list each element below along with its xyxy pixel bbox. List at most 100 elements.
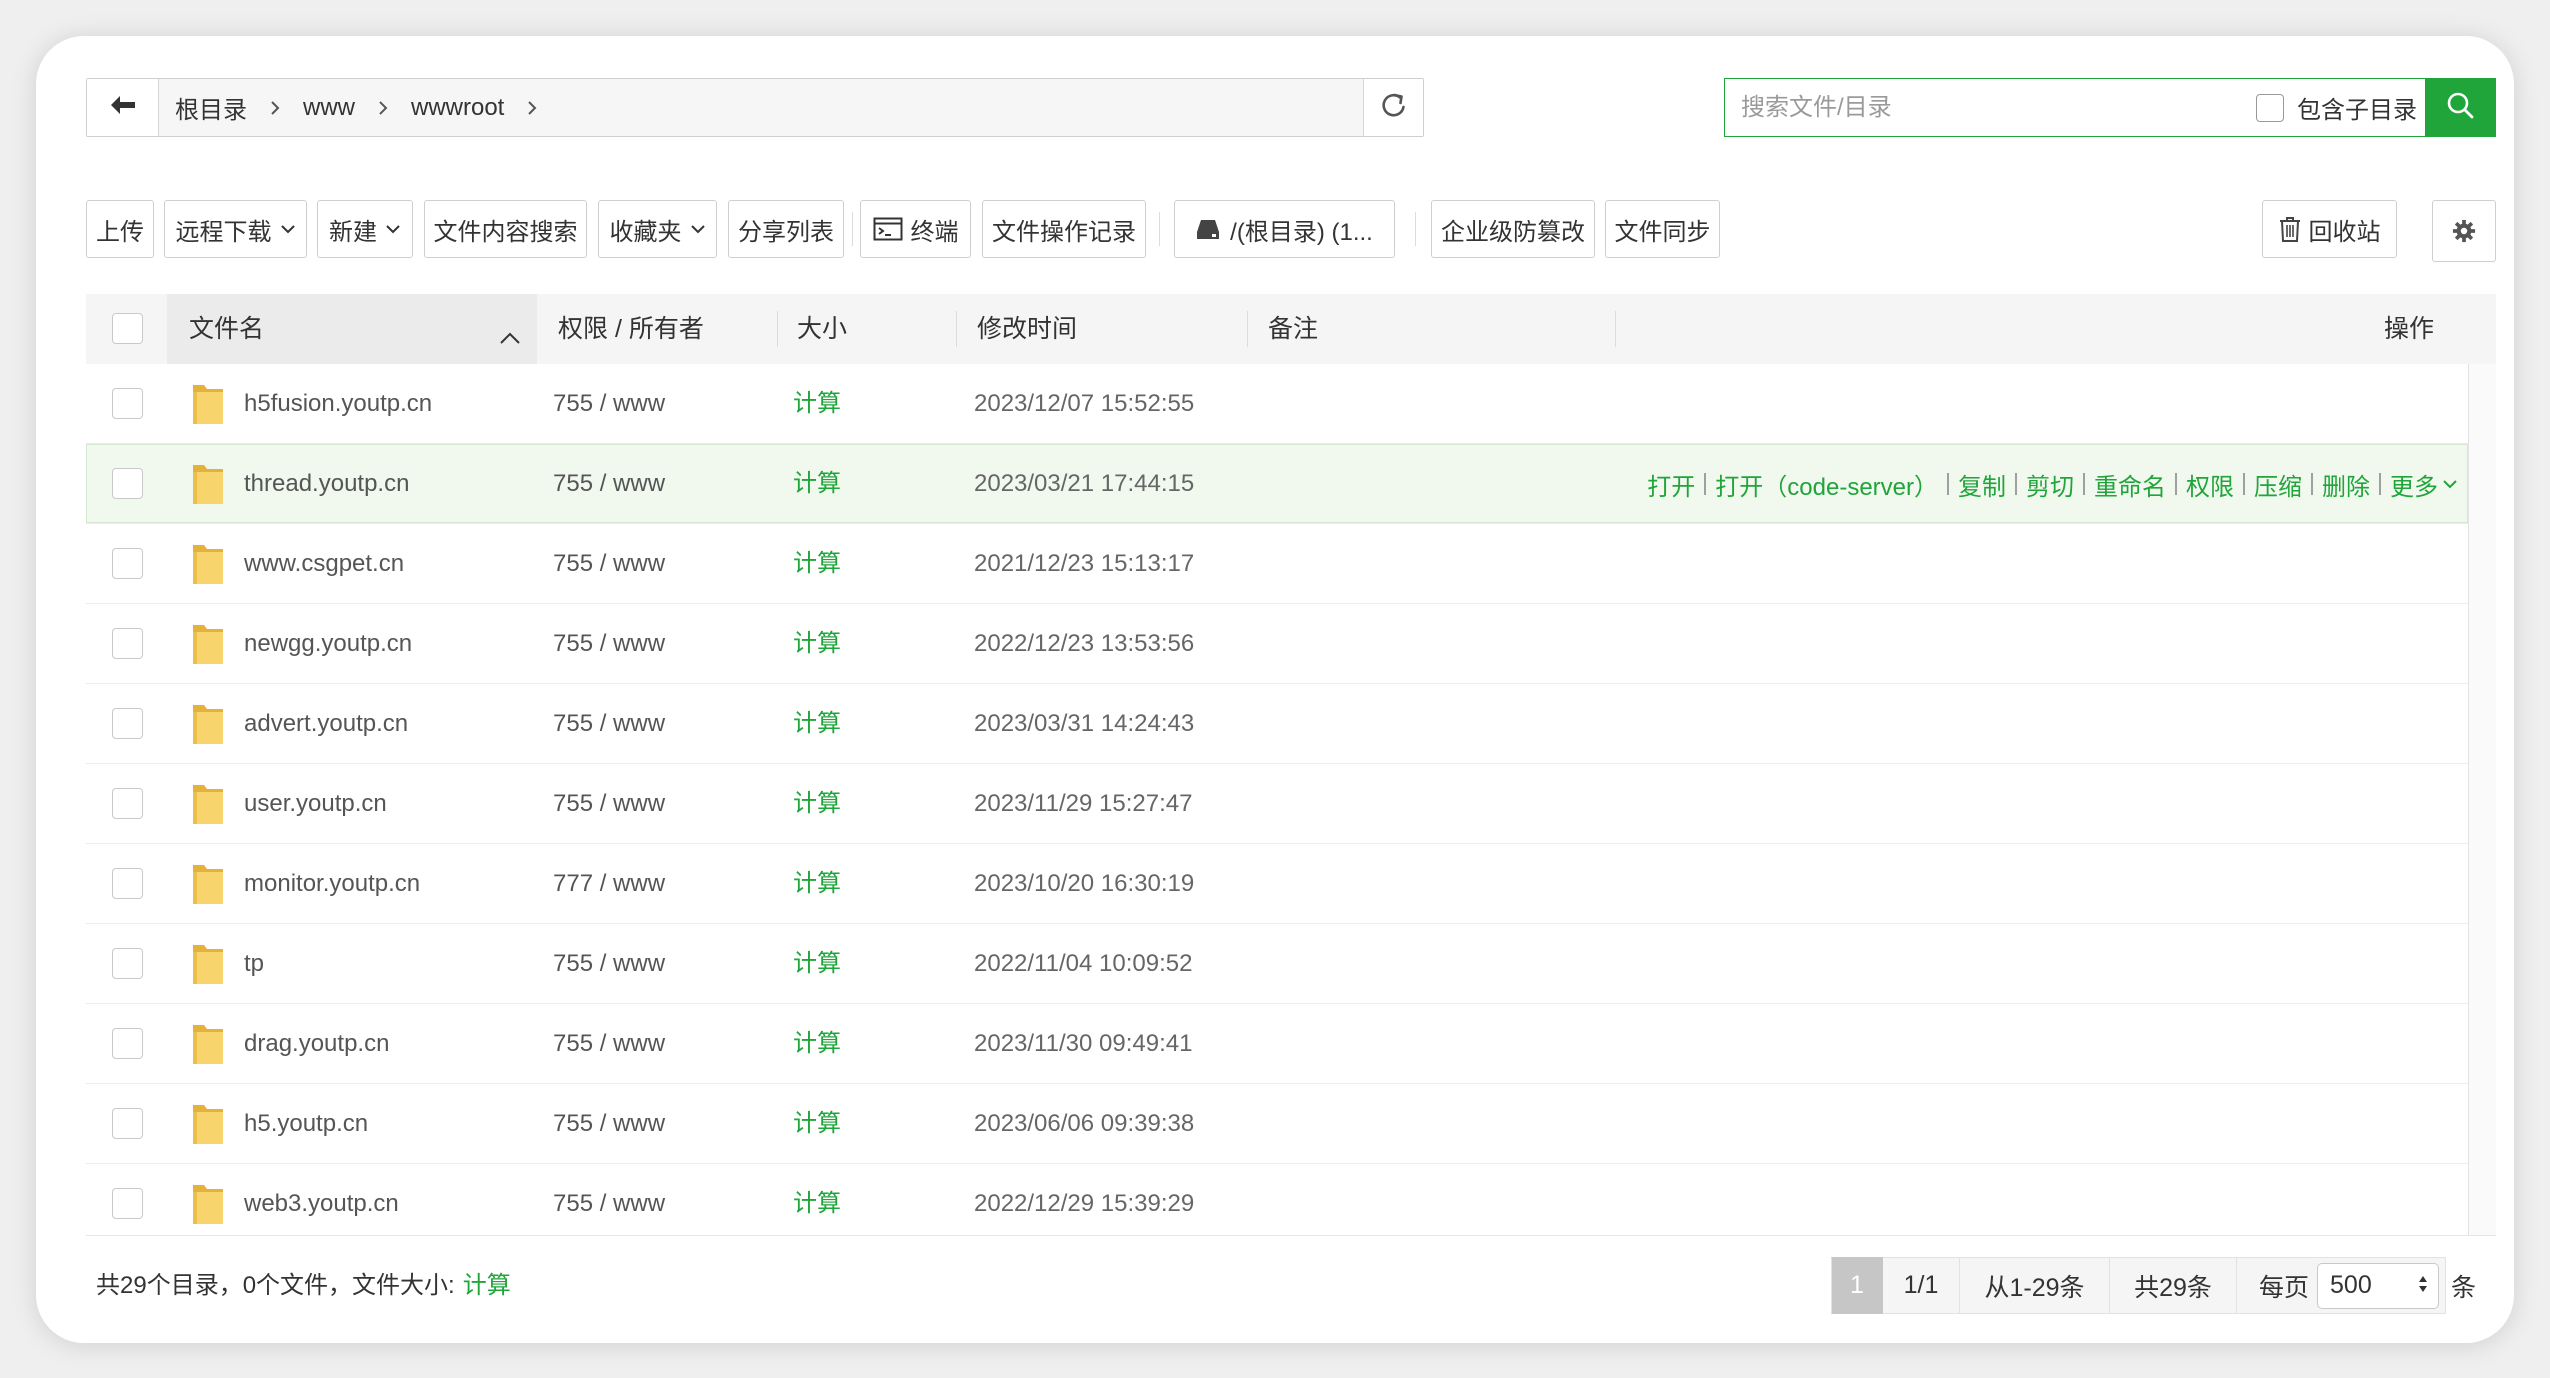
permission-owner[interactable]: 755 / www (553, 364, 665, 444)
back-button[interactable] (87, 79, 159, 136)
row-checkbox[interactable] (112, 628, 143, 659)
table-row[interactable]: tp 755 / www 计算 2022/11/04 10:09:52 (86, 924, 2468, 1004)
size-calc-link[interactable]: 计算 (793, 1004, 841, 1084)
permission-owner[interactable]: 755 / www (553, 764, 665, 844)
breadcrumb-item-root[interactable]: 根目录 (175, 90, 303, 125)
breadcrumb-label[interactable]: www (303, 94, 355, 122)
row-checkbox[interactable] (112, 948, 143, 979)
search-input[interactable] (1725, 79, 2256, 136)
file-name[interactable]: tp (244, 924, 264, 1004)
row-checkbox[interactable] (112, 868, 143, 899)
table-row[interactable]: drag.youtp.cn 755 / www 计算 2023/11/30 09:49… (86, 1004, 2468, 1084)
permission-owner[interactable]: 755 / www (553, 924, 665, 1004)
size-calc-link[interactable]: 计算 (793, 1164, 841, 1235)
permission-owner[interactable]: 755 / www (553, 684, 665, 764)
table-row[interactable]: user.youtp.cn 755 / www 计算 2023/11/29 15:27… (86, 764, 2468, 844)
permission-owner[interactable]: 755 / www (553, 524, 665, 604)
breadcrumb-label[interactable]: 根目录 (175, 90, 247, 125)
settings-button[interactable] (2432, 200, 2496, 262)
table-row[interactable]: monitor.youtp.cn 777 / www 计算 2023/10/20 16… (86, 844, 2468, 924)
per-page-select[interactable]: 500 (2317, 1262, 2440, 1309)
file-name[interactable]: user.youtp.cn (244, 764, 387, 844)
breadcrumb-item-www[interactable]: www (303, 94, 411, 122)
file-name[interactable]: advert.youtp.cn (244, 684, 408, 764)
disk-button[interactable]: /(根目录) (1... (1174, 200, 1395, 258)
action-permission[interactable]: 权限 (2186, 467, 2234, 502)
header-remark[interactable]: 备注 (1268, 294, 1318, 364)
calc-size-link[interactable]: 计算 (463, 1272, 511, 1299)
table-row[interactable]: thread.youtp.cn 755 / www 计算 2023/03/21 17:… (86, 444, 2468, 524)
size-calc-link[interactable]: 计算 (793, 364, 841, 444)
size-calc-link[interactable]: 计算 (793, 844, 841, 924)
row-checkbox[interactable] (112, 1028, 143, 1059)
select-all-checkbox[interactable] (112, 313, 143, 344)
permission-owner[interactable]: 755 / www (553, 1164, 665, 1235)
file-name[interactable]: newgg.youtp.cn (244, 604, 412, 684)
file-sync-button[interactable]: 文件同步 (1605, 200, 1720, 258)
permission-owner[interactable]: 755 / www (553, 1084, 665, 1164)
action-delete[interactable]: 删除 (2322, 467, 2370, 502)
size-calc-link[interactable]: 计算 (793, 604, 841, 684)
content-search-button[interactable]: 文件内容搜索 (424, 200, 587, 258)
header-name[interactable]: 文件名 (189, 294, 264, 364)
page-current[interactable]: 1 (1831, 1257, 1883, 1314)
header-permission-owner[interactable]: 权限 / 所有者 (558, 294, 704, 364)
include-subdirs-checkbox[interactable] (2256, 93, 2284, 122)
operation-log-button[interactable]: 文件操作记录 (982, 200, 1146, 258)
size-calc-link[interactable]: 计算 (793, 924, 841, 1004)
size-calc-link[interactable]: 计算 (793, 764, 841, 844)
size-calc-link[interactable]: 计算 (793, 444, 841, 524)
remote-download-button[interactable]: 远程下载 (164, 200, 307, 258)
terminal-button[interactable]: 终端 (860, 200, 971, 258)
action-copy[interactable]: 复制 (1958, 467, 2006, 502)
tamper-proof-button[interactable]: 企业级防篡改 (1431, 200, 1595, 258)
file-name[interactable]: h5.youtp.cn (244, 1084, 368, 1164)
search-button[interactable] (2425, 79, 2495, 136)
include-subdirs-label[interactable]: 包含子目录 (2297, 90, 2417, 125)
permission-owner[interactable]: 755 / www (553, 604, 665, 684)
file-name[interactable]: www.csgpet.cn (244, 524, 404, 604)
refresh-button[interactable] (1363, 79, 1423, 136)
header-size[interactable]: 大小 (797, 294, 847, 364)
action-more[interactable]: 更多 (2390, 467, 2438, 502)
size-calc-link[interactable]: 计算 (793, 684, 841, 764)
permission-owner[interactable]: 755 / www (553, 1004, 665, 1084)
file-name[interactable]: web3.youtp.cn (244, 1164, 399, 1235)
action-open[interactable]: 打开 (1647, 467, 1695, 502)
action-open-code-server[interactable]: 打开（code-server） (1715, 467, 1938, 502)
file-name[interactable]: h5fusion.youtp.cn (244, 364, 432, 444)
recycle-bin-button[interactable]: 回收站 (2262, 200, 2397, 258)
size-calc-link[interactable]: 计算 (793, 524, 841, 604)
action-rename[interactable]: 重命名 (2094, 467, 2166, 502)
row-checkbox[interactable] (112, 1108, 143, 1139)
row-checkbox[interactable] (112, 788, 143, 819)
header-name-cell[interactable]: 文件名 (167, 294, 537, 364)
file-name[interactable]: monitor.youtp.cn (244, 844, 420, 924)
row-checkbox[interactable] (112, 468, 143, 499)
row-checkbox[interactable] (112, 388, 143, 419)
breadcrumb-item-wwwroot[interactable]: wwwroot (411, 94, 560, 122)
row-checkbox[interactable] (112, 548, 143, 579)
table-row[interactable]: web3.youtp.cn 755 / www 计算 2022/12/29 15:39… (86, 1164, 2468, 1235)
breadcrumb-label[interactable]: wwwroot (411, 94, 504, 122)
table-row[interactable]: advert.youtp.cn 755 / www 计算 2023/03/31 14:… (86, 684, 2468, 764)
table-row[interactable]: h5fusion.youtp.cn 755 / www 计算 2023/12/07 1… (86, 364, 2468, 444)
new-button[interactable]: 新建 (317, 200, 413, 258)
file-name[interactable]: drag.youtp.cn (244, 1004, 389, 1084)
favorites-button[interactable]: 收藏夹 (598, 200, 717, 258)
size-calc-link[interactable]: 计算 (793, 1084, 841, 1164)
table-row[interactable]: www.csgpet.cn 755 / www 计算 2021/12/23 15:13… (86, 524, 2468, 604)
action-compress[interactable]: 压缩 (2254, 467, 2302, 502)
action-cut[interactable]: 剪切 (2026, 467, 2074, 502)
file-name[interactable]: thread.youtp.cn (244, 444, 409, 524)
permission-owner[interactable]: 777 / www (553, 844, 665, 924)
permission-owner[interactable]: 755 / www (553, 444, 665, 524)
table-row[interactable]: h5.youtp.cn 755 / www 计算 2023/06/06 09:39:3… (86, 1084, 2468, 1164)
row-checkbox[interactable] (112, 708, 143, 739)
header-mtime[interactable]: 修改时间 (977, 294, 1077, 364)
vertical-scrollbar[interactable] (2468, 364, 2496, 1235)
row-checkbox[interactable] (112, 1188, 143, 1219)
share-list-button[interactable]: 分享列表 (728, 200, 844, 258)
upload-button[interactable]: 上传 (86, 200, 154, 258)
table-row[interactable]: newgg.youtp.cn 755 / www 计算 2022/12/23 13:5… (86, 604, 2468, 684)
